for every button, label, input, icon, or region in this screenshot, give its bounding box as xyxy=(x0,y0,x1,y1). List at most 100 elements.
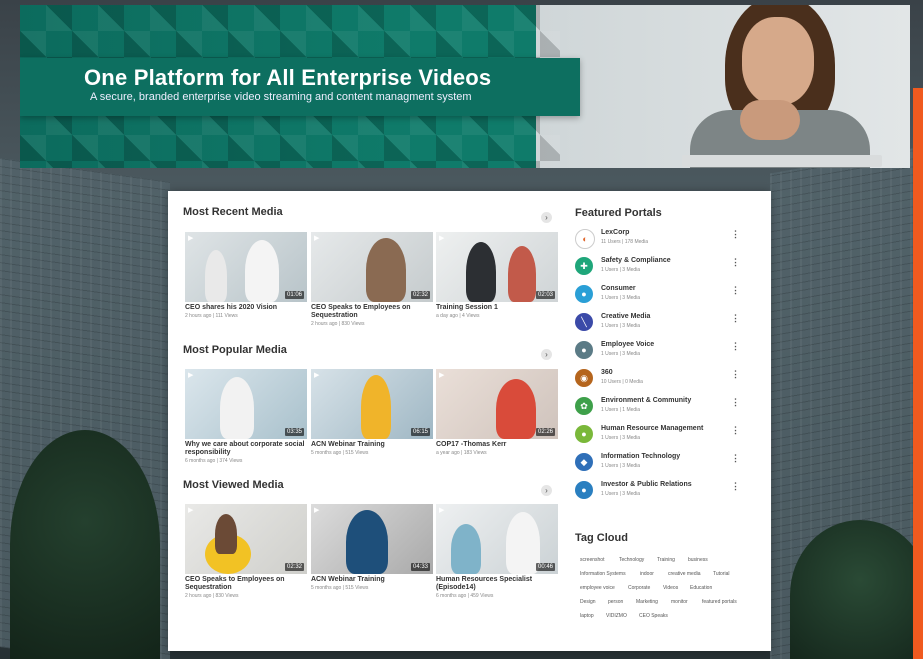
media-thumbnail[interactable]: ▶ 01:06 xyxy=(185,232,307,302)
more-options-icon[interactable]: ⋮ xyxy=(731,229,740,240)
media-title[interactable]: ACN Webinar Training xyxy=(311,576,433,584)
section-title-popular: Most Popular Media xyxy=(183,344,287,356)
portal-name[interactable]: Employee Voice xyxy=(601,341,654,348)
portal-logo-icon: ✿ xyxy=(575,397,593,415)
media-thumbnail[interactable]: ▶ 02:03 xyxy=(436,232,558,302)
portal-meta: 1 Users | 1 Media xyxy=(601,407,641,413)
media-thumbnail[interactable]: ▶ 04:33 xyxy=(311,504,433,574)
thumb-figure xyxy=(506,512,540,574)
portal-name[interactable]: Investor & Public Relations xyxy=(601,481,692,488)
media-card[interactable]: ▶ 02:03 Training Session 1 a day ago | 4… xyxy=(436,232,558,319)
more-options-icon[interactable]: ⋮ xyxy=(731,285,740,296)
media-thumbnail[interactable]: ▶ 02:32 xyxy=(185,504,307,574)
duration-badge: 00:46 xyxy=(535,563,555,571)
more-options-icon[interactable]: ⋮ xyxy=(731,313,740,324)
portal-name[interactable]: 360 xyxy=(601,369,613,376)
portal-name[interactable]: LexCorp xyxy=(601,229,629,236)
tag-link[interactable]: Technology xyxy=(619,557,644,563)
more-options-icon[interactable]: ⋮ xyxy=(731,397,740,408)
hero-title: One Platform for All Enterprise Videos xyxy=(84,65,492,90)
portal-name[interactable]: Safety & Compliance xyxy=(601,257,671,264)
hero-photo-arm xyxy=(740,100,800,140)
tag-link[interactable]: business xyxy=(688,557,708,563)
tag-link[interactable]: Marketing xyxy=(636,599,658,605)
portal-item[interactable]: ◉ 360 10 Users | 0 Media ⋮ xyxy=(575,368,750,396)
tag-link[interactable]: indoor xyxy=(640,571,654,577)
media-card[interactable]: ▶ 06:15 ACN Webinar Training 5 months ag… xyxy=(311,369,433,456)
tag-link[interactable]: Training xyxy=(657,557,675,563)
portal-item[interactable]: ╲ Creative Media 1 Users | 3 Media ⋮ xyxy=(575,312,750,340)
media-title[interactable]: CEO shares his 2020 Vision xyxy=(185,304,307,312)
media-title[interactable]: Human Resources Specialist (Episode14) xyxy=(436,576,558,592)
tag-link[interactable]: monitor xyxy=(671,599,688,605)
portal-item[interactable]: ● Employee Voice 1 Users | 3 Media ⋮ xyxy=(575,340,750,368)
media-card[interactable]: ▶ 02:32 CEO Speaks to Employees on Seque… xyxy=(185,504,307,599)
tag-link[interactable]: Videos xyxy=(663,585,678,591)
media-thumbnail[interactable]: ▶ 00:46 xyxy=(436,504,558,574)
tag-link[interactable]: employee voice xyxy=(580,585,615,591)
portal-meta: 11 Users | 178 Media xyxy=(601,239,649,245)
media-card[interactable]: ▶ 03:35 Why we care about corporate soci… xyxy=(185,369,307,464)
recent-next-button[interactable]: › xyxy=(541,212,552,223)
more-options-icon[interactable]: ⋮ xyxy=(731,341,740,352)
thumb-figure xyxy=(245,240,279,302)
tag-link[interactable]: featured portals xyxy=(702,599,737,605)
popular-next-button[interactable]: › xyxy=(541,349,552,360)
media-thumbnail[interactable]: ▶ 02:32 xyxy=(311,232,433,302)
media-meta: 6 months ago | 374 Views xyxy=(185,458,243,464)
media-title[interactable]: CEO Speaks to Employees on Sequestration xyxy=(185,576,307,592)
more-options-icon[interactable]: ⋮ xyxy=(731,425,740,436)
media-card[interactable]: ▶ 01:06 CEO shares his 2020 Vision 2 hou… xyxy=(185,232,307,319)
thumb-figure xyxy=(215,514,237,554)
tag-link[interactable]: Information Systems xyxy=(580,571,626,577)
thumb-figure xyxy=(205,250,227,302)
portal-meta: 1 Users | 3 Media xyxy=(601,491,641,497)
viewed-next-button[interactable]: › xyxy=(541,485,552,496)
media-title[interactable]: COP17 -Thomas Kerr xyxy=(436,441,558,449)
media-title[interactable]: Why we care about corporate social respo… xyxy=(185,441,307,457)
portal-item[interactable]: ◐ LexCorp 11 Users | 178 Media ⋮ xyxy=(575,228,750,256)
more-options-icon[interactable]: ⋮ xyxy=(731,369,740,380)
portal-name[interactable]: Creative Media xyxy=(601,313,650,320)
tag-link[interactable]: Education xyxy=(690,585,712,591)
portal-item[interactable]: ◆ Information Technology 1 Users | 3 Media… xyxy=(575,452,750,480)
portal-item[interactable]: ● Human Resource Management 1 Users | 3 Me… xyxy=(575,424,750,452)
tag-link[interactable]: creative media xyxy=(668,571,701,577)
media-card[interactable]: ▶ 02:32 CEO Speaks to Employees on Seque… xyxy=(311,232,433,327)
media-title[interactable]: ACN Webinar Training xyxy=(311,441,433,449)
media-title[interactable]: Training Session 1 xyxy=(436,304,558,312)
portal-meta: 10 Users | 0 Media xyxy=(601,379,643,385)
tag-link[interactable]: laptop xyxy=(580,613,594,619)
more-options-icon[interactable]: ⋮ xyxy=(731,453,740,464)
tag-link[interactable]: Design xyxy=(580,599,596,605)
portal-item[interactable]: ✿ Environment & Community 1 Users | 1 Medi… xyxy=(575,396,750,424)
portal-name[interactable]: Consumer xyxy=(601,285,636,292)
portal-item[interactable]: ● Consumer 1 Users | 3 Media ⋮ xyxy=(575,284,750,312)
more-options-icon[interactable]: ⋮ xyxy=(731,481,740,492)
tag-link[interactable]: VIDIZMO xyxy=(606,613,627,619)
media-thumbnail[interactable]: ▶ 03:35 xyxy=(185,369,307,439)
more-options-icon[interactable]: ⋮ xyxy=(731,257,740,268)
tag-link[interactable]: person xyxy=(608,599,623,605)
portal-meta: 1 Users | 3 Media xyxy=(601,463,641,469)
media-thumbnail[interactable]: ▶ 02:26 xyxy=(436,369,558,439)
tag-link[interactable]: CEO Speaks xyxy=(639,613,668,619)
media-card[interactable]: ▶ 04:33 ACN Webinar Training 5 months ag… xyxy=(311,504,433,591)
duration-badge: 02:32 xyxy=(410,291,430,299)
portal-item[interactable]: ● Investor & Public Relations 1 Users | 3 … xyxy=(575,480,750,508)
portal-name[interactable]: Information Technology xyxy=(601,453,680,460)
media-thumbnail[interactable]: ▶ 06:15 xyxy=(311,369,433,439)
media-card[interactable]: ▶ 00:46 Human Resources Specialist (Epis… xyxy=(436,504,558,599)
media-card[interactable]: ▶ 02:26 COP17 -Thomas Kerr a year ago | … xyxy=(436,369,558,456)
tag-link[interactable]: screenshot xyxy=(580,557,604,563)
duration-badge: 03:35 xyxy=(284,428,304,436)
media-meta: 5 months ago | 515 Views xyxy=(311,450,369,456)
portal-name[interactable]: Environment & Community xyxy=(601,397,691,404)
portal-item[interactable]: ✚ Safety & Compliance 1 Users | 3 Media ⋮ xyxy=(575,256,750,284)
portal-name[interactable]: Human Resource Management xyxy=(601,425,703,432)
tag-link[interactable]: Tutorial xyxy=(713,571,730,577)
hero-photo xyxy=(670,5,910,168)
tag-link[interactable]: Corporate xyxy=(628,585,650,591)
media-title[interactable]: CEO Speaks to Employees on Sequestration xyxy=(311,304,433,320)
play-icon: ▶ xyxy=(439,235,445,242)
